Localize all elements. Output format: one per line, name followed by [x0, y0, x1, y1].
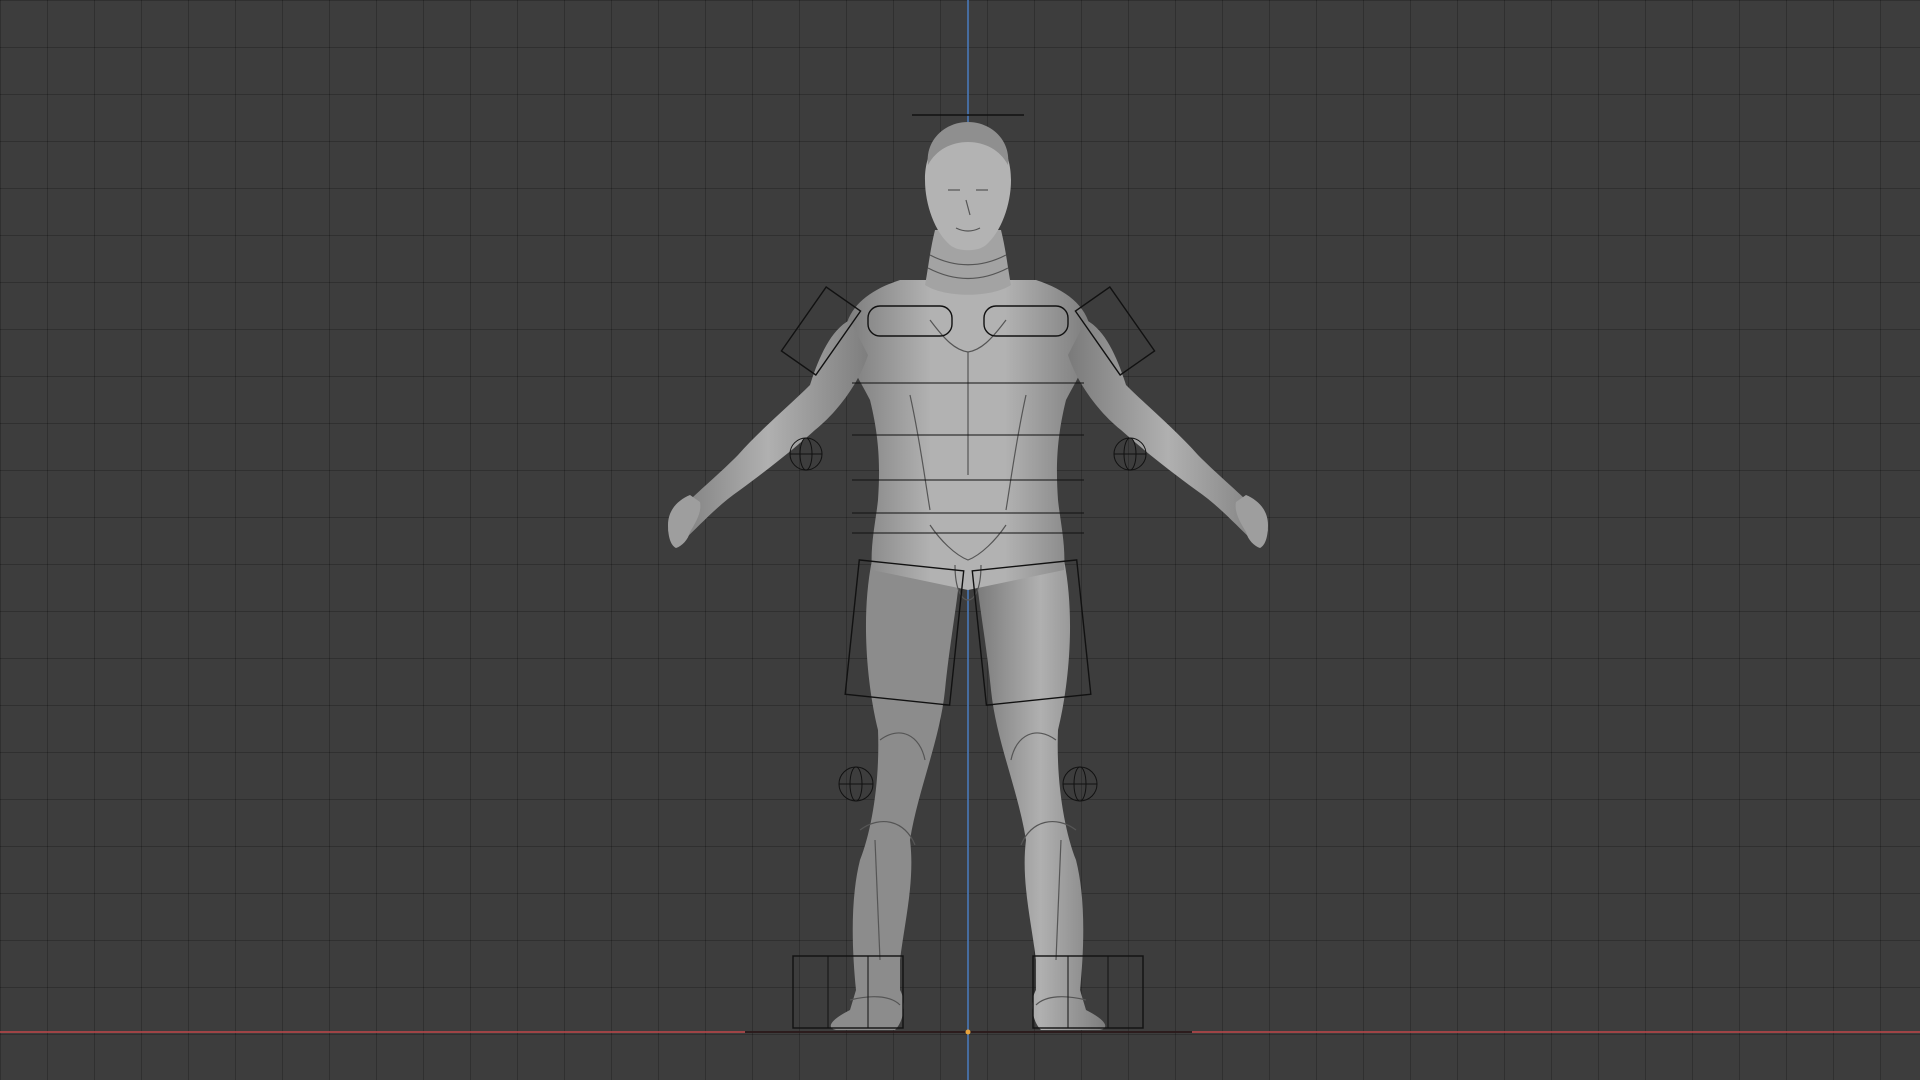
- 3d-viewport[interactable]: [0, 0, 1920, 1080]
- right-leg: [976, 560, 1106, 1030]
- left-leg: [830, 560, 960, 1030]
- elbow-pole-right[interactable]: [1113, 437, 1147, 471]
- viewport-canvas[interactable]: [0, 0, 1920, 1080]
- right-hand: [1235, 495, 1268, 548]
- knee-pole-left[interactable]: [838, 766, 874, 802]
- origin-point[interactable]: [965, 1029, 971, 1035]
- knee-pole-right[interactable]: [1062, 766, 1098, 802]
- elbow-pole-left[interactable]: [789, 437, 823, 471]
- left-hand: [668, 495, 701, 548]
